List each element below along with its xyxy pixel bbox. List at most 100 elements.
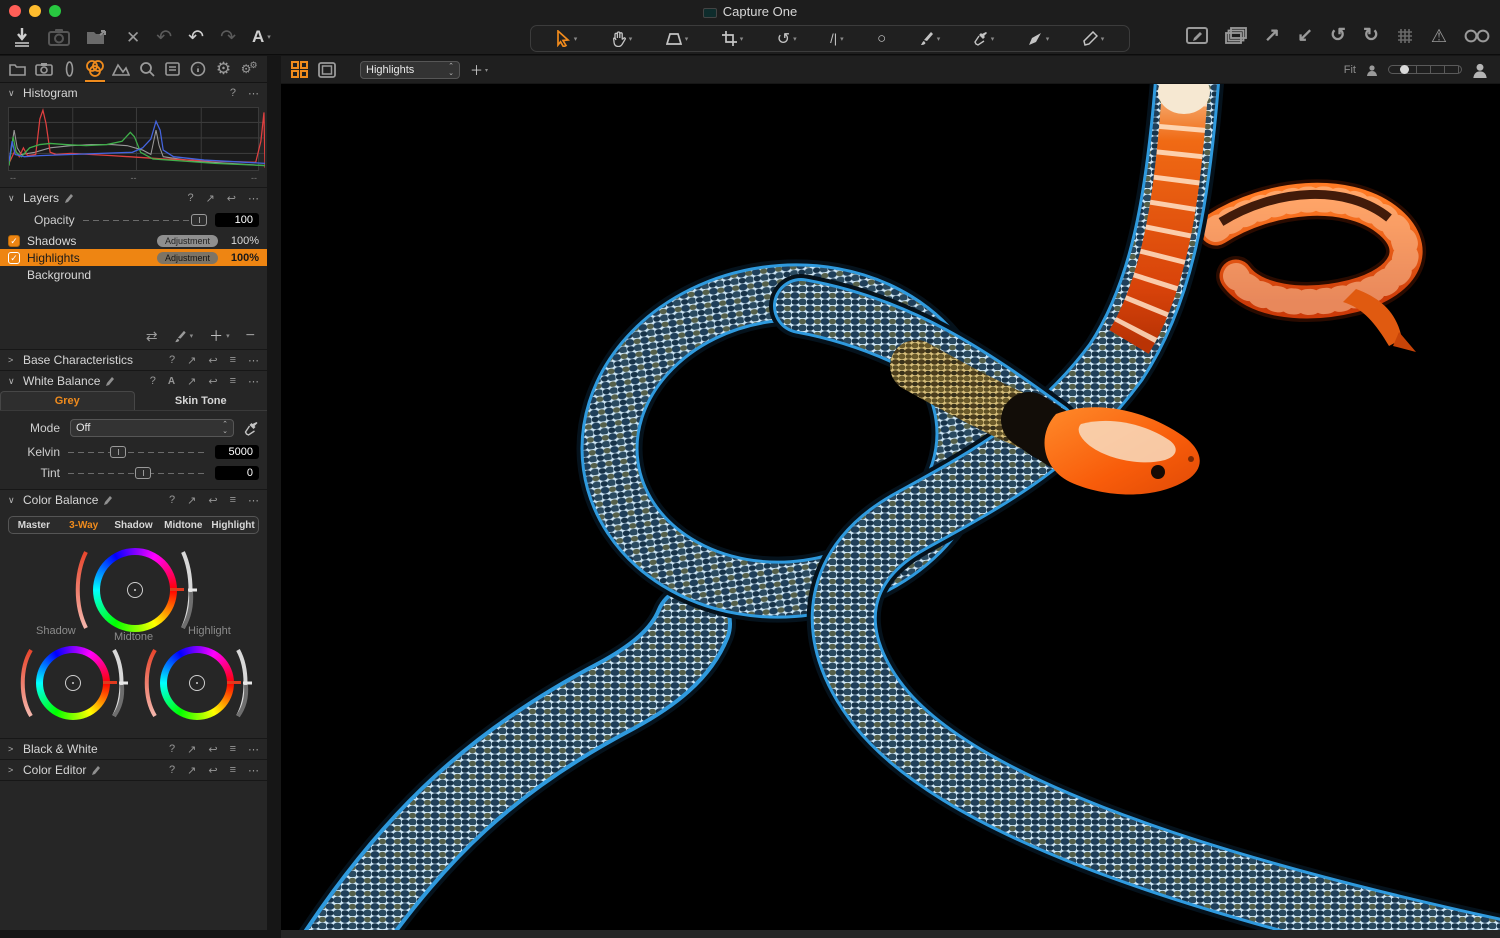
menu-icon[interactable]: ≡	[230, 764, 236, 776]
more-icon[interactable]: ⋯	[248, 354, 259, 367]
more-icon[interactable]: ⋯	[248, 87, 259, 100]
help-icon[interactable]: ?	[230, 87, 236, 99]
tab-3way[interactable]: 3-Way	[59, 517, 109, 533]
rotate-left-button[interactable]: ↺	[1330, 26, 1346, 45]
chevron-down-icon[interactable]: ∨	[8, 193, 18, 204]
reset-icon[interactable]: ↩	[208, 764, 217, 777]
reset-icon[interactable]: ↩	[208, 743, 217, 756]
redo-button[interactable]: ↷	[220, 28, 236, 47]
layer-checkbox[interactable]: ✓	[8, 235, 20, 247]
reset-icon[interactable]: ↩	[208, 375, 217, 388]
kelvin-slider[interactable]	[68, 445, 207, 459]
crop-grid-icon[interactable]	[1396, 27, 1414, 45]
shadow-color-wheel[interactable]	[36, 646, 110, 720]
kelvin-value[interactable]: 5000	[215, 445, 259, 459]
fill-mask-tool[interactable]: ▾	[1028, 32, 1050, 46]
keystone-tool[interactable]: ▾	[666, 32, 689, 46]
help-icon[interactable]: ?	[169, 494, 175, 506]
chevron-right-icon[interactable]: >	[8, 355, 18, 365]
copy-adjustments-icon[interactable]: ↗	[1264, 26, 1280, 45]
delete-button[interactable]: ✕	[126, 29, 140, 46]
zoom-fit-label[interactable]: Fit	[1344, 64, 1356, 76]
reset-icon[interactable]: ↩	[208, 354, 217, 367]
spot-removal-tool[interactable]: ○	[877, 30, 886, 47]
color-balance-header[interactable]: ∨ Color Balance ? ↗ ↩ ≡ ⋯	[0, 490, 267, 510]
zoom-slider[interactable]	[1388, 65, 1462, 74]
rotate-tool[interactable]: ↺▾	[777, 29, 797, 49]
copies-stack-icon[interactable]	[1225, 27, 1247, 44]
annotations-tool-button[interactable]: A▾	[252, 27, 271, 47]
remove-layer-button[interactable]: −	[246, 328, 255, 344]
expand-icon[interactable]: ↗	[187, 375, 196, 388]
tab-settings-gear-icon[interactable]: ⚙	[214, 57, 234, 82]
pan-tool[interactable]: ▾	[611, 31, 633, 47]
midtone-color-wheel[interactable]	[93, 548, 177, 632]
wb-picker-icon[interactable]	[244, 421, 259, 436]
import-button[interactable]	[12, 26, 32, 48]
undo-dim-icon[interactable]: ↶	[156, 28, 172, 47]
help-icon[interactable]: ?	[169, 354, 175, 366]
chevron-down-icon[interactable]: ∨	[8, 376, 18, 387]
menu-icon[interactable]: ≡	[230, 375, 236, 387]
reset-icon[interactable]: ↩	[208, 494, 217, 507]
viewer-mode-icon[interactable]	[318, 62, 336, 78]
erase-mask-tool[interactable]: ▾	[1083, 31, 1105, 46]
expand-icon[interactable]: ↗	[187, 743, 196, 756]
tab-shadow[interactable]: Shadow	[109, 517, 159, 533]
tint-slider[interactable]	[68, 466, 207, 480]
more-icon[interactable]: ⋯	[248, 494, 259, 507]
help-icon[interactable]: ?	[150, 375, 156, 387]
tab-metadata-icon[interactable]	[162, 57, 182, 82]
layer-options-icon[interactable]: ⇄	[146, 329, 158, 343]
black-white-header[interactable]: > Black & White ? ↗ ↩ ≡ ⋯	[0, 739, 267, 759]
help-icon[interactable]: ?	[169, 743, 175, 755]
tab-details-magnifier-icon[interactable]	[137, 57, 157, 82]
histogram-panel-header[interactable]: ∨ Histogram ? ⋯	[0, 83, 267, 103]
rotate-right-button[interactable]: ↻	[1363, 26, 1379, 45]
menu-icon[interactable]: ≡	[230, 494, 236, 506]
capture-button[interactable]	[48, 28, 70, 46]
expand-icon[interactable]: ↗	[187, 764, 196, 777]
expand-icon[interactable]: ↗	[187, 354, 196, 367]
export-button[interactable]	[86, 28, 110, 46]
tab-capture-camera-icon[interactable]	[34, 57, 54, 82]
edit-mask-icon[interactable]	[91, 765, 101, 776]
draw-mask-brush-icon[interactable]: ▾	[174, 330, 194, 343]
layers-panel-header[interactable]: ∨ Layers ? ↗ ↩ ⋯	[0, 188, 267, 208]
layer-row-highlights-selected[interactable]: ✓ Highlights Adjustment 100%	[0, 249, 267, 266]
tab-process-gears-icon[interactable]: ⚙⚙	[239, 57, 259, 82]
eyedropper-tool[interactable]: ▾	[974, 31, 995, 46]
chevron-right-icon[interactable]: >	[8, 765, 18, 775]
layer-row-background[interactable]: Background	[0, 266, 267, 283]
brush-tool[interactable]: ▾	[920, 31, 941, 46]
expand-icon[interactable]: ↗	[187, 494, 196, 507]
help-icon[interactable]: ?	[169, 764, 175, 776]
more-icon[interactable]: ⋯	[248, 743, 259, 756]
edit-photo-icon[interactable]	[1186, 27, 1208, 44]
expand-icon[interactable]: ↗	[206, 192, 215, 205]
tab-color-selected[interactable]	[85, 57, 105, 82]
color-editor-header[interactable]: > Color Editor ? ↗ ↩ ≡ ⋯	[0, 760, 267, 780]
tab-library-folder-icon[interactable]	[8, 57, 28, 82]
proof-glasses-icon[interactable]	[1464, 29, 1490, 43]
opacity-value[interactable]: 100	[215, 213, 259, 227]
more-icon[interactable]: ⋯	[248, 764, 259, 777]
highlight-color-wheel[interactable]	[160, 646, 234, 720]
chevron-right-icon[interactable]: >	[8, 744, 18, 754]
chevron-down-icon[interactable]: ∨	[8, 495, 18, 506]
tab-info-icon[interactable]	[188, 57, 208, 82]
undo-button[interactable]: ↶	[188, 28, 204, 47]
edit-mask-icon[interactable]	[103, 495, 113, 506]
chevron-down-icon[interactable]: ∨	[8, 88, 18, 99]
browser-grid-icon[interactable]	[291, 61, 308, 78]
more-icon[interactable]: ⋯	[248, 375, 259, 388]
add-layer-viewer-button[interactable]: ＋▾	[470, 60, 488, 79]
tab-grey[interactable]: Grey	[0, 391, 135, 410]
help-icon[interactable]: ?	[187, 192, 193, 204]
add-layer-button[interactable]: ＋▾	[209, 326, 230, 346]
tab-skin-tone[interactable]: Skin Tone	[135, 391, 268, 410]
menu-icon[interactable]: ≡	[230, 743, 236, 755]
tab-lens-icon[interactable]	[59, 57, 79, 82]
auto-adjust-icon[interactable]: A	[168, 376, 175, 387]
edit-mask-icon[interactable]	[64, 193, 74, 204]
